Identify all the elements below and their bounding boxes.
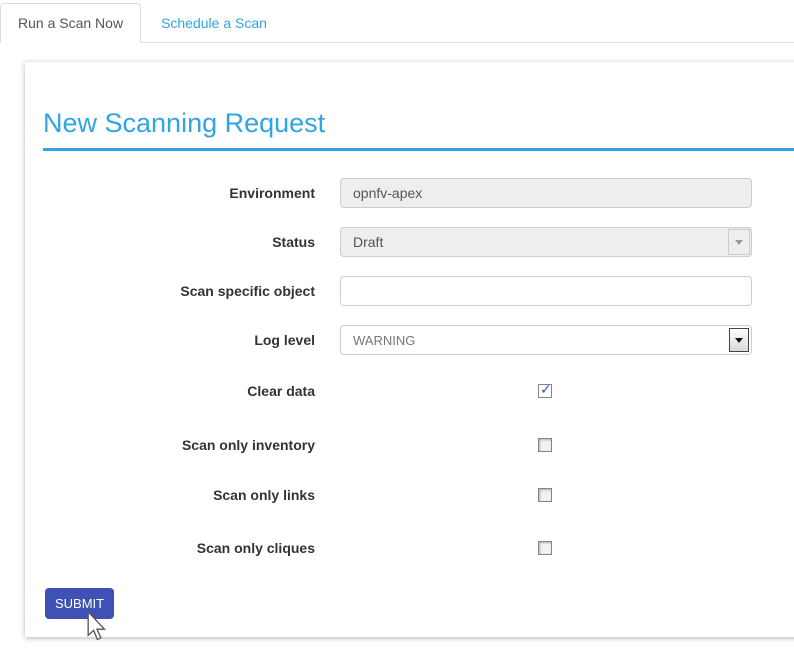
scan-only-links-checkbox[interactable] bbox=[538, 488, 552, 502]
chevron-down-icon bbox=[728, 229, 750, 255]
log-level-select-value: WARNING bbox=[353, 333, 415, 348]
tab-schedule-a-scan[interactable]: Schedule a Scan bbox=[143, 3, 285, 43]
tab-bar: Run a Scan Now Schedule a Scan bbox=[0, 0, 794, 43]
environment-label: Environment bbox=[25, 178, 315, 208]
scan-specific-object-input[interactable] bbox=[340, 276, 752, 306]
page-title-underline: New Scanning Request bbox=[43, 108, 794, 151]
scan-only-cliques-checkbox[interactable] bbox=[538, 541, 552, 555]
scan-only-inventory-row: Scan only inventory bbox=[25, 430, 315, 460]
tab-run-a-scan-now[interactable]: Run a Scan Now bbox=[0, 3, 141, 43]
page-title: New Scanning Request bbox=[43, 108, 794, 139]
log-level-label: Log level bbox=[25, 325, 315, 355]
status-row: Status Draft bbox=[25, 227, 315, 257]
clear-data-checkbox[interactable] bbox=[538, 384, 552, 398]
scan-only-links-label: Scan only links bbox=[25, 480, 315, 510]
clear-data-row: Clear data bbox=[25, 376, 315, 406]
chevron-down-icon[interactable] bbox=[729, 328, 749, 352]
scan-only-cliques-row: Scan only cliques bbox=[25, 533, 315, 563]
clear-data-label: Clear data bbox=[25, 376, 315, 406]
scan-only-cliques-label: Scan only cliques bbox=[25, 533, 315, 563]
status-select-value: Draft bbox=[353, 234, 383, 250]
scan-specific-object-label: Scan specific object bbox=[25, 276, 315, 306]
environment-row: Environment bbox=[25, 178, 315, 208]
submit-button[interactable]: SUBMIT bbox=[45, 588, 114, 619]
scan-only-inventory-checkbox[interactable] bbox=[538, 438, 552, 452]
status-select: Draft bbox=[340, 227, 752, 257]
scan-only-inventory-label: Scan only inventory bbox=[25, 430, 315, 460]
environment-field bbox=[340, 178, 752, 208]
log-level-select[interactable]: WARNING bbox=[340, 325, 752, 355]
scan-only-links-row: Scan only links bbox=[25, 480, 315, 510]
log-level-row: Log level WARNING bbox=[25, 325, 315, 355]
scan-form-card: New Scanning Request Environment Status … bbox=[25, 62, 794, 637]
scan-specific-object-row: Scan specific object bbox=[25, 276, 315, 306]
status-label: Status bbox=[25, 227, 315, 257]
